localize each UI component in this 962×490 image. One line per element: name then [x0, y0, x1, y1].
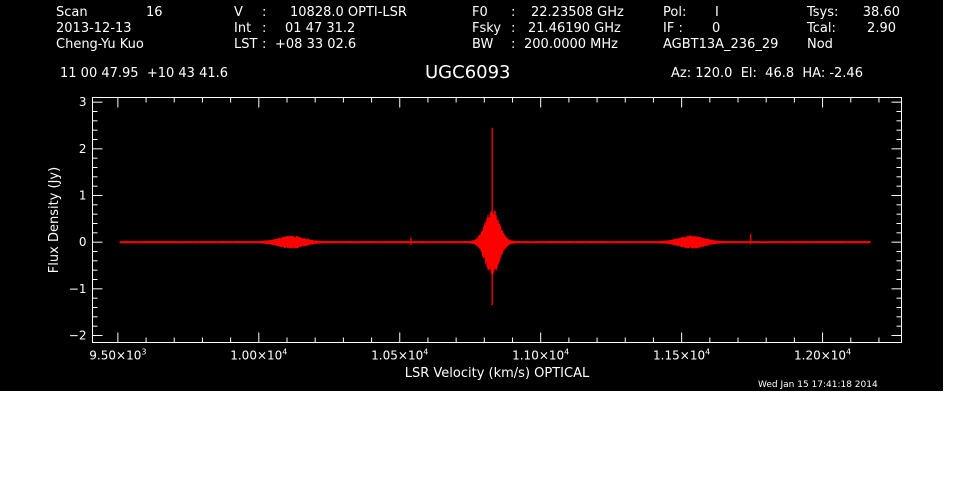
y-tick-label: 0 [79, 235, 87, 249]
x-tick-label: 1.20×104 [794, 348, 851, 363]
x-tick-label: 1.00×104 [230, 348, 287, 363]
x-tick-label: 1.10×104 [512, 348, 569, 363]
y-tick-label: 2 [79, 142, 87, 156]
x-tick-label: 1.05×104 [371, 348, 428, 363]
timestamp: Wed Jan 15 17:41:18 2014 [758, 380, 878, 390]
x-tick-label: 1.15×104 [653, 348, 710, 363]
y-tick-label: 3 [79, 95, 87, 109]
spectrum-chart: 9.50×103 1.00×104 1.05×104 1.10×104 1.15×104… [47, 95, 902, 381]
x-axis-label: LSR Velocity (km/s) OPTICAL [405, 366, 590, 381]
plot-panel: Scan 16 2013-12-13 Cheng-Yu Kuo V : 1082… [0, 0, 943, 391]
y-tick-label: −1 [69, 282, 87, 296]
spectrum-line [119, 127, 871, 306]
x-tick-label: 9.50×103 [89, 348, 146, 363]
y-axis: −2 −1 0 1 2 3 [69, 95, 902, 343]
y-tick-label: 1 [79, 189, 87, 203]
y-axis-label: Flux Density (Jy) [47, 167, 62, 273]
y-tick-label: −2 [69, 329, 87, 343]
